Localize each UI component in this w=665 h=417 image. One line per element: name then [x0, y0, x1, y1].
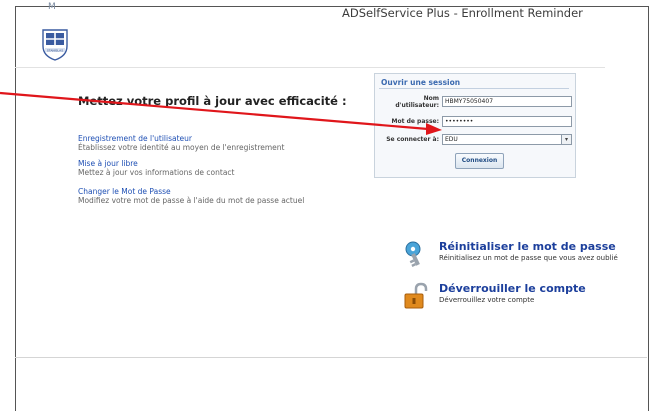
key-icon — [405, 241, 421, 267]
password-label: Mot de passe: — [391, 118, 439, 125]
domain-selected-value: EDU — [445, 136, 458, 143]
login-button[interactable]: Connexion — [455, 153, 504, 169]
feature-change-password[interactable]: Changer le Mot de Passe Modifiez votre m… — [78, 187, 304, 205]
login-panel: Ouvrir une session Nom d'utilisateur: HB… — [374, 73, 576, 178]
feature-enrollment-desc: Établissez votre identité au moyen de l'… — [78, 143, 285, 152]
feature-enrollment-link[interactable]: Enregistrement de l'utilisateur — [78, 134, 284, 143]
domain-label: Se connecter à: — [386, 136, 439, 143]
username-input[interactable]: HBMY75050407 — [442, 96, 572, 107]
bottom-separator — [15, 357, 647, 358]
unlock-account-action[interactable]: Déverrouiller le compte Déverrouillez vo… — [403, 282, 603, 312]
crest-icon: STANISLAS — [42, 29, 68, 61]
reset-password-desc: Réinitialisez un mot de passe que vous a… — [439, 254, 618, 262]
reset-password-link[interactable]: Réinitialiser le mot de passe — [439, 240, 616, 253]
crest-caption: STANISLAS — [47, 48, 63, 52]
username-label: Nom d'utilisateur: — [377, 95, 439, 109]
username-label-line2: d'utilisateur: — [395, 102, 439, 109]
feature-update-desc: Mettez à jour vos informations de contac… — [78, 168, 235, 177]
header-separator — [15, 67, 605, 68]
reset-password-action[interactable]: Réinitialiser le mot de passe Réinitiali… — [403, 240, 643, 268]
page-headline: Mettez votre profil à jour avec efficaci… — [78, 94, 347, 108]
unlock-account-link[interactable]: Déverrouiller le compte — [439, 282, 586, 295]
chevron-down-icon[interactable]: ▾ — [561, 135, 571, 144]
feature-update-link[interactable]: Mise à jour libre — [78, 159, 235, 168]
domain-select[interactable]: EDU ▾ — [442, 134, 572, 145]
feature-change-password-link[interactable]: Changer le Mot de Passe — [78, 187, 304, 196]
login-title: Ouvrir une session — [381, 78, 461, 87]
unlock-account-desc: Déverrouillez votre compte — [439, 296, 535, 304]
corner-mark: M — [48, 2, 56, 12]
username-label-line1: Nom — [423, 95, 439, 102]
login-title-divider — [379, 88, 569, 89]
feature-update[interactable]: Mise à jour libre Mettez à jour vos info… — [78, 159, 235, 177]
unlock-icon — [404, 282, 428, 309]
password-input[interactable]: •••••••• — [442, 116, 572, 127]
window-title: ADSelfService Plus - Enrollment Reminder — [342, 6, 583, 20]
feature-change-password-desc: Modifiez votre mot de passe à l'aide du … — [78, 196, 305, 205]
feature-enrollment[interactable]: Enregistrement de l'utilisateur Établiss… — [78, 134, 284, 152]
